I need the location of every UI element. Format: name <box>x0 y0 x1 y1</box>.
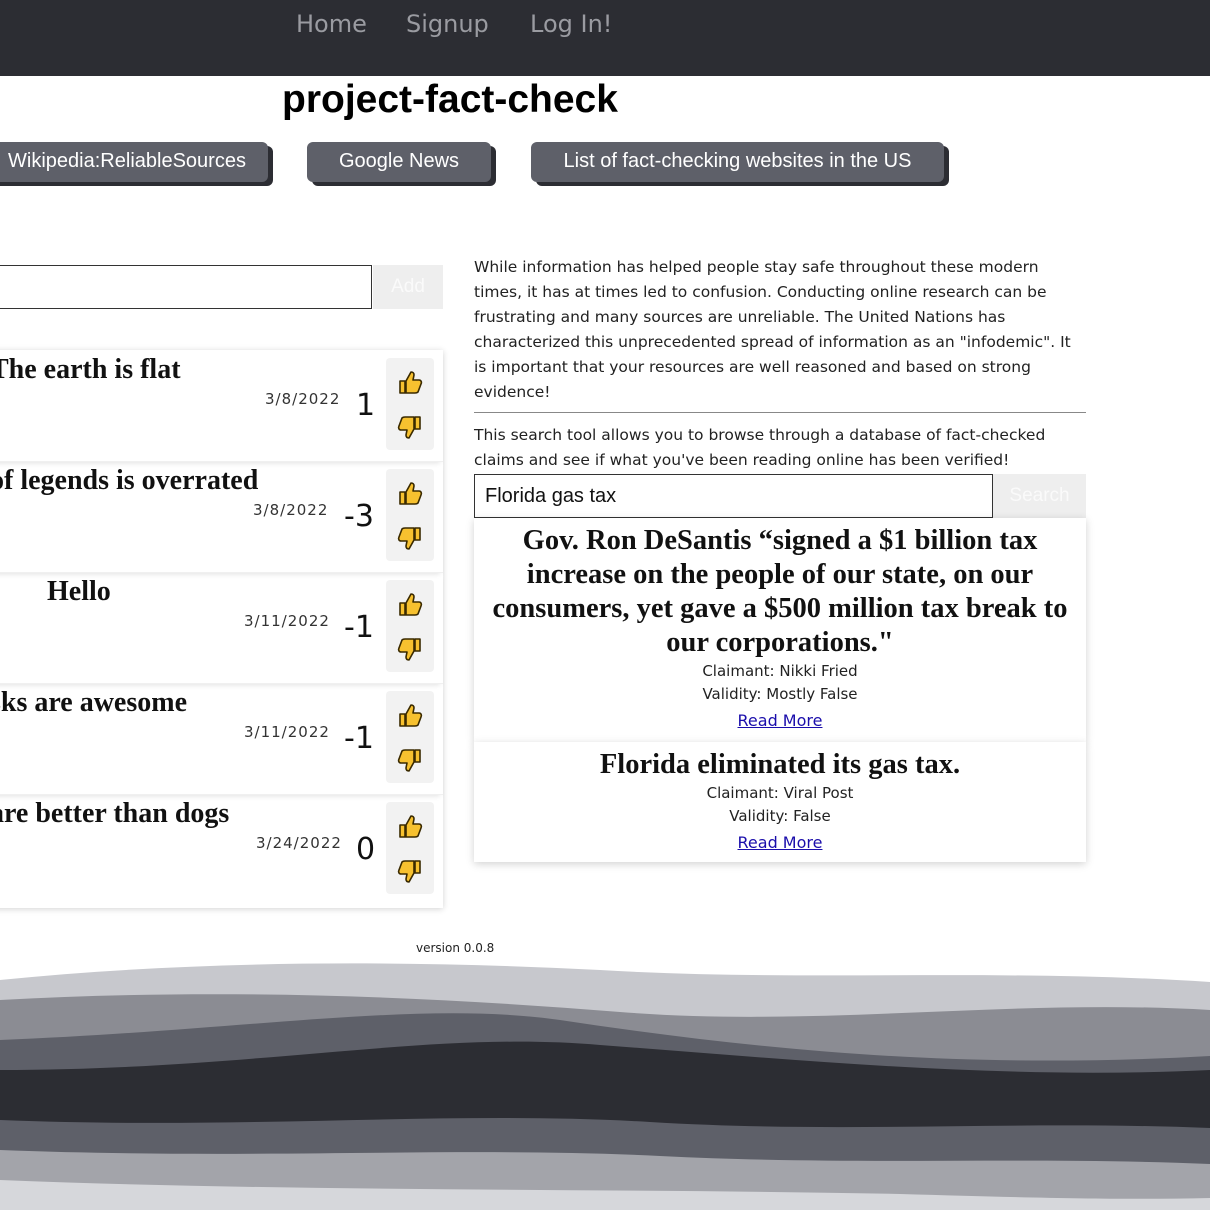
divider <box>474 412 1086 413</box>
new-claim-input[interactable] <box>0 265 372 309</box>
thumbs-down-icon[interactable] <box>396 858 424 886</box>
nav-signup-link[interactable]: Signup <box>406 10 489 38</box>
thumbs-down-icon[interactable] <box>396 525 424 553</box>
nav-home-link[interactable]: Home <box>296 10 367 38</box>
google-news-button[interactable]: Google News <box>307 142 491 182</box>
claim-item: Hello 3/11/2022 -1 <box>0 572 443 684</box>
thumbs-up-icon[interactable] <box>396 812 424 840</box>
claim-date: 3/11/2022 <box>244 723 330 741</box>
claim-list: The earth is flat 3/8/2022 1 of legends … <box>0 350 443 908</box>
nav-login-link[interactable]: Log In! <box>530 10 612 38</box>
search-description: This search tool allows you to browse th… <box>474 426 1046 469</box>
claim-text: Hello <box>47 576 111 607</box>
claim-text: The earth is flat <box>0 354 181 385</box>
result-validity: Validity: False <box>729 807 831 825</box>
thumbs-down-icon[interactable] <box>396 414 424 442</box>
result-claimant: Claimant: Viral Post <box>706 784 854 802</box>
add-claim-button[interactable]: Add <box>373 265 443 309</box>
result-card: Florida eliminated its gas tax. Claimant… <box>474 742 1086 862</box>
thumbs-up-icon[interactable] <box>396 368 424 396</box>
claim-score: -1 <box>344 721 374 756</box>
thumbs-down-icon[interactable] <box>396 747 424 775</box>
result-card: Gov. Ron DeSantis “signed a $1 billion t… <box>474 518 1086 742</box>
claim-text: of legends is overrated <box>0 465 259 496</box>
claim-date: 3/24/2022 <box>256 834 342 852</box>
claim-date: 3/8/2022 <box>265 390 341 408</box>
result-claimant: Claimant: Nikki Fried <box>702 662 858 680</box>
claim-item: are better than dogs 3/24/2022 0 <box>0 794 443 905</box>
claim-date: 3/8/2022 <box>253 501 329 519</box>
read-more-link[interactable]: Read More <box>738 711 823 730</box>
read-more-link[interactable]: Read More <box>738 833 823 852</box>
page-title: project-fact-check <box>282 78 618 121</box>
vote-box <box>386 691 434 783</box>
fact-checking-websites-button[interactable]: List of fact-checking websites in the US <box>531 142 944 182</box>
claim-item: The earth is flat 3/8/2022 1 <box>0 350 443 462</box>
claim-item: sks are awesome 3/11/2022 -1 <box>0 683 443 795</box>
search-input[interactable] <box>474 474 993 518</box>
claim-score: 0 <box>356 832 376 867</box>
result-claim: Florida eliminated its gas tax. <box>599 749 961 780</box>
result-claim: Gov. Ron DeSantis “signed a $1 billion t… <box>492 525 1068 658</box>
search-button[interactable]: Search <box>993 474 1086 518</box>
result-validity: Validity: Mostly False <box>702 685 858 703</box>
vote-box <box>386 358 434 450</box>
claim-score: -1 <box>344 610 374 645</box>
thumbs-up-icon[interactable] <box>396 479 424 507</box>
claim-text: are better than dogs <box>0 798 230 829</box>
thumbs-down-icon[interactable] <box>396 636 424 664</box>
vote-box <box>386 580 434 672</box>
claim-score: -3 <box>344 499 374 534</box>
claim-date: 3/11/2022 <box>244 612 330 630</box>
wikipedia-reliable-sources-button[interactable]: Wikipedia:ReliableSources <box>0 142 268 182</box>
claim-item: of legends is overrated 3/8/2022 -3 <box>0 461 443 573</box>
infodemic-paragraph: While information has helped people stay… <box>474 258 1071 401</box>
claim-score: 1 <box>356 388 376 423</box>
footer-waves <box>0 963 1210 1210</box>
vote-box <box>386 802 434 894</box>
claim-text: sks are awesome <box>0 687 188 718</box>
thumbs-up-icon[interactable] <box>396 590 424 618</box>
vote-box <box>386 469 434 561</box>
thumbs-up-icon[interactable] <box>396 701 424 729</box>
version-label: version 0.0.8 <box>416 941 495 955</box>
top-navbar: Home Signup Log In! <box>0 0 1210 76</box>
